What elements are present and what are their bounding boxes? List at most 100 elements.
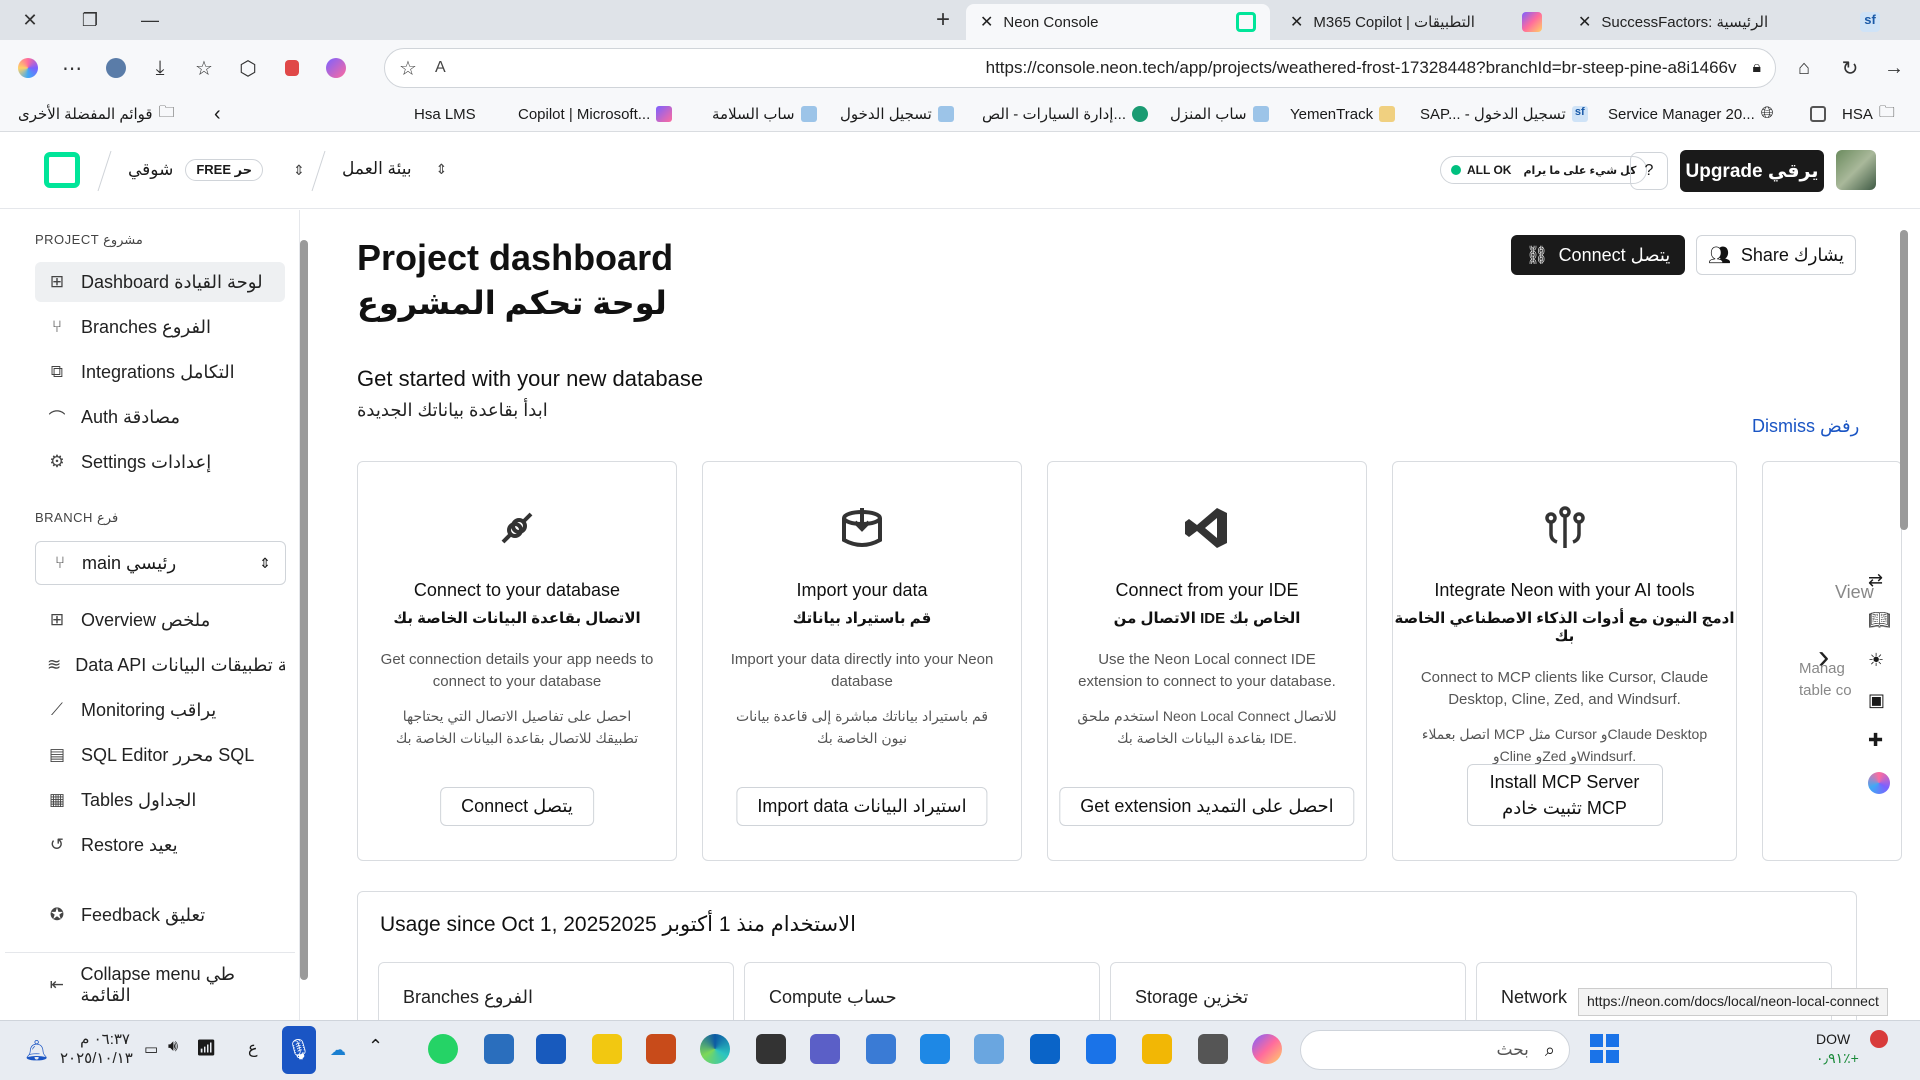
battery-icon[interactable]: ▭: [144, 1040, 158, 1058]
more-icon[interactable]: ⋯: [50, 46, 94, 90]
bookmark-item[interactable]: SAP... - تسجيل الدخول sf: [1420, 100, 1588, 128]
outlook-icon[interactable]: [1030, 1034, 1060, 1064]
branch-selector[interactable]: ⑂ main رئيسي ⇕: [35, 541, 286, 585]
copilot-sidebar-icon[interactable]: [1868, 772, 1890, 794]
store-icon[interactable]: [1086, 1034, 1116, 1064]
avatar[interactable]: [1836, 150, 1876, 190]
upgrade-button[interactable]: Upgrade يرقي: [1680, 150, 1824, 192]
refresh-icon[interactable]: ↻: [1828, 46, 1872, 90]
bookmark-item[interactable]: Service Manager 20... 🌐︎: [1608, 100, 1774, 128]
sidebar-scrollbar[interactable]: [300, 240, 308, 980]
status-badge[interactable]: ALL OK كل شيء على ما يرام: [1440, 156, 1648, 184]
sidebar-item-integrations[interactable]: ⧉ Integrations التكامل: [35, 352, 285, 392]
word-icon[interactable]: [536, 1034, 566, 1064]
card-connect-button[interactable]: Connect يتصل: [440, 787, 594, 826]
close-window-icon[interactable]: ✕: [0, 0, 60, 40]
dismiss-link[interactable]: Dismiss رفض: [1752, 416, 1859, 437]
close-tab-icon[interactable]: ✕: [980, 12, 993, 32]
tab-neon-console[interactable]: ✕ Neon Console: [966, 4, 1270, 40]
tab-m365[interactable]: ✕ M365 Copilot | التطبيقات: [1276, 4, 1556, 40]
tab-successfactors[interactable]: ✕ SuccessFactors: الرئيسية sf: [1564, 4, 1894, 40]
minimize-window-icon[interactable]: —: [120, 0, 180, 40]
app-icon[interactable]: [974, 1034, 1004, 1064]
bookmark-item[interactable]: تسجيل الدخول: [840, 100, 954, 128]
sidebar-item-monitoring[interactable]: ⟋ Monitoring يراقب: [35, 690, 285, 730]
home-icon[interactable]: ⌂: [1782, 46, 1826, 90]
close-tab-icon[interactable]: ✕: [1290, 12, 1303, 32]
sidebar-item-restore[interactable]: ↺ Restore يعيد: [35, 825, 285, 865]
bookmark-item[interactable]: ساب المنزل: [1170, 100, 1269, 128]
notification-bell-icon[interactable]: 🔔︎: [24, 1038, 49, 1063]
feedback-button[interactable]: ✪ Feedback تعليق: [35, 895, 285, 935]
taskbar-search[interactable]: بحث ⌕: [1300, 1030, 1570, 1070]
card-extension-button[interactable]: Get extension احصل على التمديد: [1059, 787, 1355, 826]
translate-icon[interactable]: ⇄: [1868, 570, 1883, 591]
terminal-icon[interactable]: [756, 1034, 786, 1064]
workspace-selector[interactable]: بيئة العمل ⇕: [342, 159, 447, 179]
tray-expand-icon[interactable]: ⌃: [368, 1036, 383, 1057]
connect-button[interactable]: ⛓ Connect يتصل: [1511, 235, 1685, 275]
bulb-icon[interactable]: ☀: [1868, 650, 1884, 671]
sidebar-item-sql-editor[interactable]: ▤ SQL Editor محرر SQL: [35, 735, 285, 775]
read-aloud-icon[interactable]: A: [435, 59, 446, 77]
new-tab-icon[interactable]: +: [913, 0, 973, 40]
teams-icon[interactable]: [810, 1034, 840, 1064]
profile-icon[interactable]: [94, 46, 138, 90]
org-selector[interactable]: شوقي FREE حر ⇕: [128, 159, 305, 181]
other-favorites[interactable]: قوائم المفضلة الأخرى 🗀: [18, 100, 175, 128]
sidebar-item-overview[interactable]: ⊞ Overview ملخص: [35, 600, 285, 640]
language-indicator[interactable]: ع: [248, 1038, 258, 1058]
add-note-icon[interactable]: ✚: [1868, 730, 1883, 751]
monitor-icon[interactable]: ▣: [1868, 690, 1885, 711]
bookmark-item[interactable]: YemenTrack: [1290, 100, 1396, 128]
extensions-icon[interactable]: ⬡: [226, 46, 270, 90]
volume-icon[interactable]: 🔊︎: [168, 1038, 178, 1056]
app-icon[interactable]: [646, 1034, 676, 1064]
bookmark-item[interactable]: إدارة السيارات - الص...: [982, 100, 1148, 128]
copilot-pre-icon[interactable]: [1252, 1034, 1282, 1064]
bookmarks-back-icon[interactable]: ‹: [214, 100, 221, 128]
card-import-button[interactable]: Import data استيراد البيانات: [736, 787, 988, 826]
bookmark-item[interactable]: HSA 🗀: [1810, 100, 1895, 128]
sidebar-item-branches[interactable]: ⑂ Branches الفروع: [35, 307, 285, 347]
microphone-icon[interactable]: 🎙︎: [282, 1026, 316, 1074]
stock-widget[interactable]: DOW ٠٫٩١٪+: [1816, 1030, 1859, 1068]
restore-window-icon[interactable]: ❐: [60, 0, 120, 40]
app-icon[interactable]: [1198, 1034, 1228, 1064]
file-explorer-icon[interactable]: [1142, 1034, 1172, 1064]
book-icon[interactable]: 📖︎: [1868, 610, 1891, 631]
onedrive-icon[interactable]: ☁: [330, 1040, 346, 1060]
url-text[interactable]: https://console.neon.tech/app/projects/w…: [986, 58, 1737, 78]
address-bar[interactable]: ☆ A https://console.neon.tech/app/projec…: [384, 48, 1776, 88]
add-favorite-icon[interactable]: ☆: [399, 56, 417, 81]
ai-extension-icon[interactable]: [314, 46, 358, 90]
bookmark-item[interactable]: Copilot | Microsoft...: [518, 100, 673, 128]
pdf-icon[interactable]: [270, 46, 314, 90]
close-tab-icon[interactable]: ✕: [1578, 12, 1591, 32]
share-button[interactable]: 👥︎ Share يشارك: [1696, 235, 1856, 275]
lock-icon[interactable]: 🔒︎: [1752, 59, 1761, 77]
sidebar-item-data-api[interactable]: ≋Data API برمجة تطبيقات البيانات: [35, 645, 285, 685]
whatsapp-icon[interactable]: [428, 1034, 458, 1064]
main-scrollbar[interactable]: [1900, 230, 1908, 530]
sidebar-item-auth[interactable]: ⌒ Auth مصادقة: [35, 397, 285, 437]
help-icon[interactable]: ?: [1630, 152, 1668, 190]
forward-icon[interactable]: →: [1872, 46, 1916, 90]
bookmark-item[interactable]: ساب السلامة: [712, 100, 817, 128]
clock[interactable]: ٠٦:٣٧ م ٢٠٢٥/١٠/١٣: [60, 1030, 133, 1068]
downloads-icon[interactable]: ⤓: [138, 46, 182, 90]
carousel-next-icon[interactable]: ›: [1818, 638, 1829, 677]
start-icon[interactable]: [1590, 1034, 1620, 1064]
collapse-menu-button[interactable]: ⇤ Collapse menu طي القائمة: [35, 964, 285, 1005]
wifi-icon[interactable]: 📶︎: [196, 1038, 216, 1058]
yammer-icon[interactable]: [920, 1034, 950, 1064]
bookmark-item[interactable]: Hsa LMS: [414, 100, 476, 128]
sidebar-item-dashboard[interactable]: ⊞ Dashboard لوحة القيادة: [35, 262, 285, 302]
favorites-icon[interactable]: ☆: [182, 46, 226, 90]
notepad-icon[interactable]: [484, 1034, 514, 1064]
app-icon[interactable]: [866, 1034, 896, 1064]
card-install-mcp-button[interactable]: Install MCP Server تثبيت خادم MCP: [1466, 764, 1663, 826]
neon-logo[interactable]: [44, 152, 80, 188]
powerbi-icon[interactable]: [592, 1034, 622, 1064]
sidebar-item-settings[interactable]: ⚙ Settings إعدادات: [35, 442, 285, 482]
